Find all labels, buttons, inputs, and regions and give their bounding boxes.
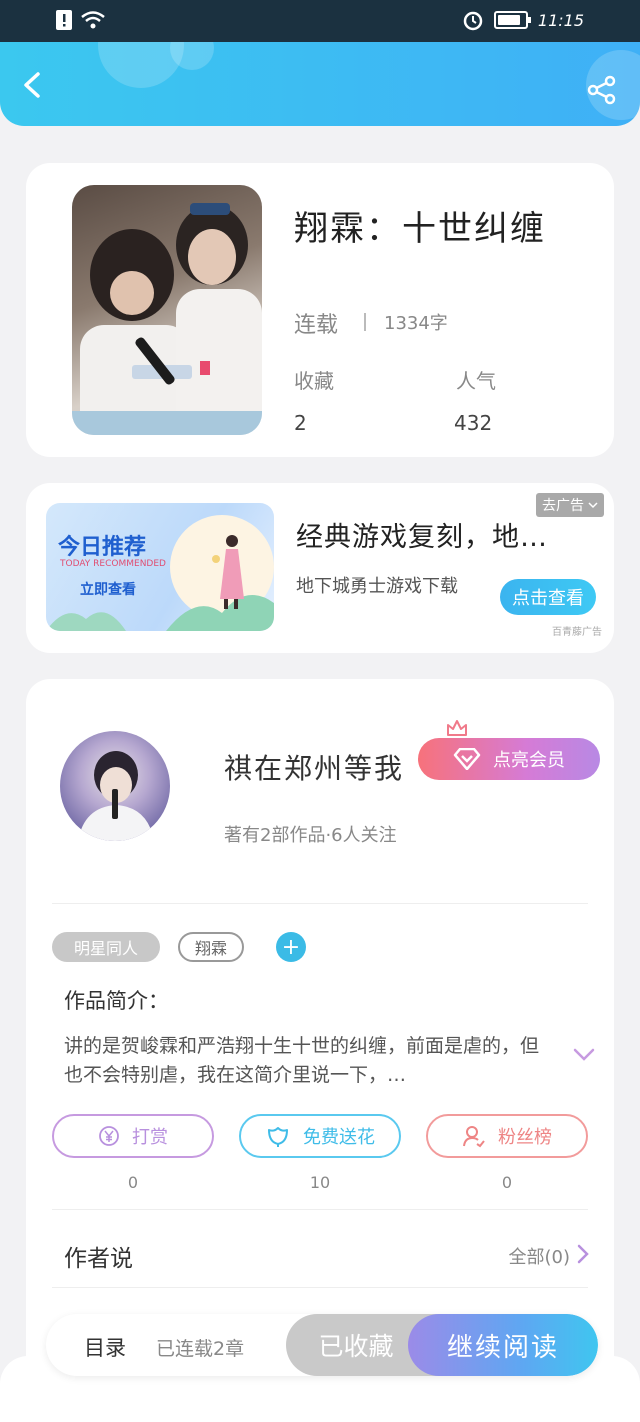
- send-flower-button[interactable]: 免费送花: [239, 1114, 401, 1158]
- book-cover-image[interactable]: [72, 185, 262, 435]
- battery-icon: [493, 11, 531, 29]
- status-bar: 11:15: [0, 0, 640, 42]
- tag-item[interactable]: 明星同人: [52, 932, 160, 962]
- author-avatar[interactable]: [60, 731, 170, 841]
- ad-view-button[interactable]: 点击查看: [500, 579, 596, 615]
- yen-icon: [99, 1126, 119, 1146]
- header-bar: [0, 42, 640, 126]
- divider: [364, 313, 366, 331]
- intro-text: 讲的是贺峻霖和严浩翔十生十世的纠缠，前面是虐的，但也不会特别虐，我在这简介里说一…: [64, 1035, 540, 1086]
- back-icon[interactable]: [18, 70, 48, 100]
- user-icon: [463, 1126, 485, 1148]
- toc-button[interactable]: 目录: [84, 1332, 126, 1362]
- flower-count: 10: [309, 1173, 331, 1192]
- ad-banner-cta: 立即查看: [80, 582, 136, 598]
- ad-card[interactable]: 今日推荐 TODAY RECOMMENDED 立即查看 经典游戏复刻，地… 地下…: [26, 483, 614, 653]
- author-meta: 著有2部作品·6人关注: [224, 825, 397, 846]
- ad-description: 地下城勇士游戏下载: [296, 576, 458, 597]
- avatar-illustration: [78, 751, 154, 841]
- stat-label-popularity: 人气: [456, 369, 496, 393]
- cover-illustration: [72, 203, 262, 435]
- book-info-card: 翔霖：十世纠缠 连载 1334字 收藏 人气 2 432: [26, 163, 614, 457]
- ad-title: 经典游戏复刻，地…: [296, 522, 548, 553]
- chevron-down-icon[interactable]: [572, 1047, 596, 1063]
- flower-icon: [268, 1127, 288, 1147]
- plus-icon: +: [281, 934, 301, 960]
- remove-ad-label: 去广告: [542, 498, 584, 514]
- divider: [52, 1287, 588, 1288]
- book-word-count: 1334字: [384, 313, 448, 334]
- ad-banner-image[interactable]: 今日推荐 TODAY RECOMMENDED 立即查看: [46, 503, 274, 631]
- author-says-label: 作者说: [64, 1246, 133, 1272]
- vip-button-label: 点亮会员: [493, 750, 565, 771]
- alarm-icon: [463, 11, 483, 31]
- fan-ranking-label: 粉丝榜: [498, 1127, 552, 1148]
- bottom-action-bar: 目录 已连载2章 已收藏 继续阅读: [46, 1314, 598, 1376]
- wifi-icon: [81, 11, 105, 29]
- status-left: [56, 10, 106, 30]
- alert-icon: [56, 10, 72, 30]
- divider: [52, 903, 588, 904]
- stat-label-favorites: 收藏: [294, 369, 334, 393]
- ad-banner-title: 今日推荐: [58, 535, 147, 560]
- chapter-count[interactable]: 已连载2章: [156, 1334, 244, 1361]
- author-says-all-link[interactable]: 全部(0): [509, 1243, 571, 1269]
- book-status: 连载: [294, 313, 339, 338]
- tag-item[interactable]: 翔霖: [178, 932, 244, 962]
- stat-value-favorites: 2: [294, 411, 307, 435]
- share-icon[interactable]: [586, 74, 618, 106]
- status-time: 11:15: [537, 10, 584, 30]
- add-tag-button[interactable]: +: [276, 932, 306, 962]
- intro-label: 作品简介：: [64, 989, 169, 1013]
- chevron-down-icon: [588, 502, 598, 509]
- tip-button-label: 打赏: [132, 1127, 168, 1148]
- chevron-right-icon[interactable]: [576, 1243, 590, 1265]
- fan-count: 0: [501, 1173, 513, 1192]
- stat-value-popularity: 432: [454, 411, 493, 435]
- vip-button[interactable]: 点亮会员: [418, 738, 600, 780]
- continue-reading-button[interactable]: 继续阅读: [408, 1314, 598, 1376]
- send-flower-label: 免费送花: [303, 1127, 375, 1148]
- ad-banner-subtitle: TODAY RECOMMENDED: [60, 559, 166, 569]
- diamond-icon: [453, 748, 481, 770]
- tip-count: 0: [127, 1173, 139, 1192]
- author-detail-card: 祺在郑州等我 点亮会员 著有2部作品·6人关注 明星同人 翔霖 + 作品简介： …: [26, 679, 614, 1422]
- fan-ranking-button[interactable]: 粉丝榜: [426, 1114, 588, 1158]
- status-right: 11:15: [462, 9, 584, 31]
- tip-button[interactable]: 打赏: [52, 1114, 214, 1158]
- remove-ad-button[interactable]: 去广告: [536, 493, 604, 517]
- vip-crown-icon: [447, 720, 467, 736]
- ad-source: 百青藤广告: [552, 627, 602, 638]
- book-title: 翔霖：十世纠缠: [294, 209, 546, 249]
- author-name: 祺在郑州等我: [224, 752, 405, 785]
- divider: [52, 1209, 588, 1210]
